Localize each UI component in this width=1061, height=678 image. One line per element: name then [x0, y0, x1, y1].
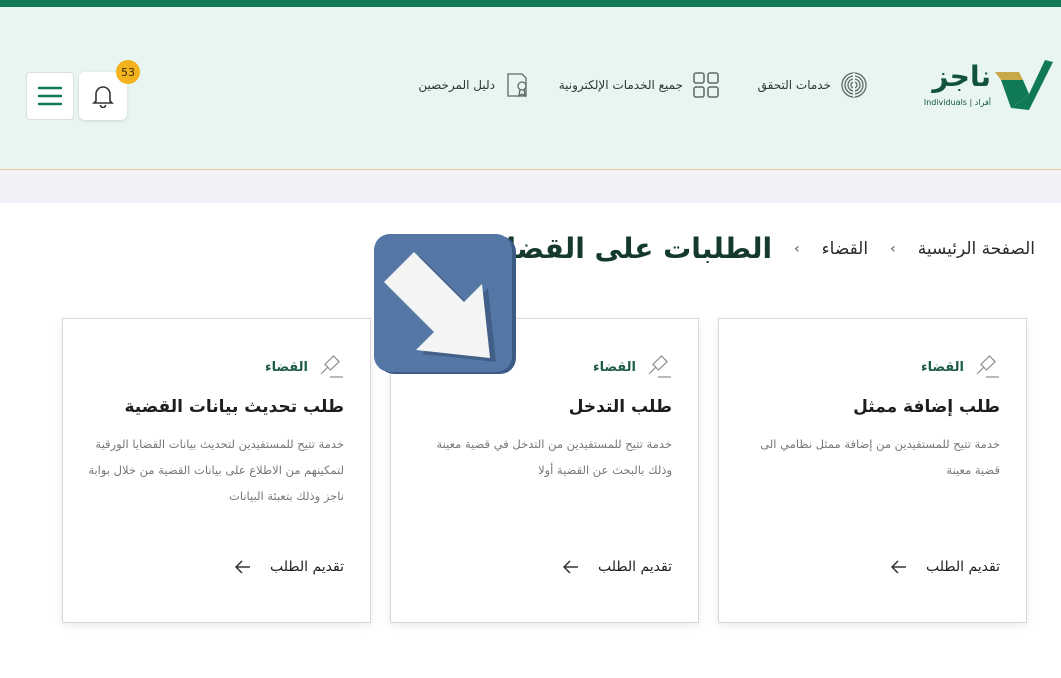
nav-licensees-label: دليل المرخصين [418, 78, 495, 92]
gavel-icon [648, 355, 671, 378]
nav-all-eservices-label: جميع الخدمات الإلكترونية [558, 78, 683, 92]
notifications-count-badge: 53 [116, 60, 140, 84]
card-description: خدمة تتيح للمستفيدين من إضافة ممثل نظامي… [760, 437, 1000, 477]
card-title: طلب تحديث بيانات القضية [124, 397, 344, 417]
arrow-left-icon [890, 560, 906, 574]
certificate-icon [503, 70, 533, 100]
pointer-arrow-icon [374, 234, 516, 374]
logo-subtitle: Individuals | أفراد [923, 98, 991, 107]
card-title: طلب إضافة ممثل [853, 397, 1000, 417]
najiz-logo-mark-icon [995, 60, 1053, 110]
service-card-add-representative: القضاء طلب إضافة ممثل خدمة تتيح للمستفيد… [718, 318, 1027, 623]
gavel-icon [320, 355, 343, 378]
nav-verification-services[interactable]: خدمات التحقق [758, 70, 869, 100]
breadcrumb-section[interactable]: القضاء [822, 239, 868, 259]
submit-request-label: تقديم الطلب [269, 559, 344, 575]
breadcrumb-home[interactable]: الصفحة الرئيسية [918, 239, 1035, 259]
page-title: الطلبات على القضايا [485, 232, 773, 265]
nav-verification-label: خدمات التحقق [757, 78, 831, 92]
card-category-label: القضاء [592, 359, 636, 375]
logo-name: ناجز [932, 60, 991, 93]
bell-icon [92, 86, 114, 108]
arrow-left-icon [562, 560, 578, 574]
nav-all-eservices[interactable]: جميع الخدمات الإلكترونية [559, 70, 721, 100]
submit-request-label: تقديم الطلب [597, 559, 672, 575]
gavel-icon [976, 355, 999, 378]
arrow-left-icon [234, 560, 250, 574]
card-category-label: القضاء [264, 359, 308, 375]
submit-request-link[interactable]: تقديم الطلب [562, 559, 672, 575]
menu-button[interactable] [26, 72, 74, 120]
card-category: القضاء [921, 355, 1000, 379]
submit-request-label: تقديم الطلب [925, 559, 1000, 575]
card-category: القضاء [265, 355, 344, 379]
najiz-logo[interactable]: ناجز Individuals | أفراد [924, 56, 1053, 114]
breadcrumb-separator: › [794, 240, 800, 257]
card-category: القضاء [593, 355, 672, 379]
breadcrumb-separator: › [890, 240, 896, 257]
fingerprint-icon [839, 70, 869, 100]
service-card-update-case-data: القضاء طلب تحديث بيانات القضية خدمة تتيح… [62, 318, 371, 623]
card-description: خدمة تتيح للمستفيدين من التدخل في قضية م… [436, 437, 672, 477]
breadcrumb: الصفحة الرئيسية › القضاء › الطلبات على ا… [485, 232, 1035, 265]
top-accent-strip [0, 0, 1061, 7]
submit-request-link[interactable]: تقديم الطلب [234, 559, 344, 575]
grid-icon [691, 70, 721, 100]
hamburger-icon [37, 86, 63, 106]
card-title: طلب التدخل [568, 397, 672, 417]
card-category-label: القضاء [920, 359, 964, 375]
card-description: خدمة تتيح للمستفيدين لتحديث بيانات القضا… [88, 437, 344, 503]
sub-header-bar [0, 170, 1061, 203]
nav-licensees-guide[interactable]: دليل المرخصين [418, 70, 533, 100]
submit-request-link[interactable]: تقديم الطلب [890, 559, 1000, 575]
